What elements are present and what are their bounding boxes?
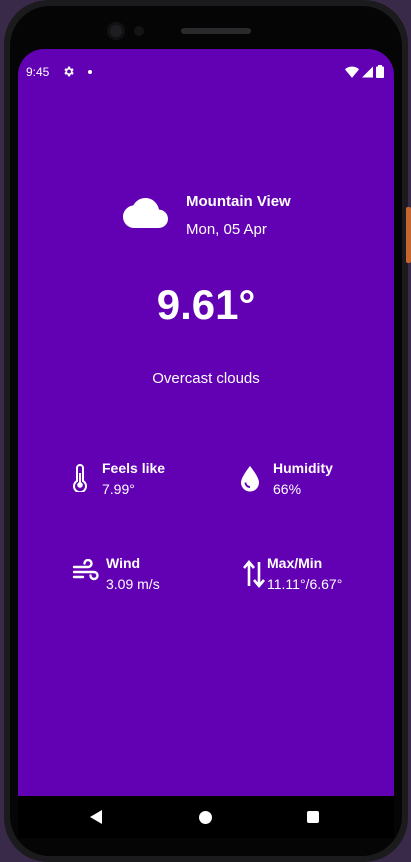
max-min-stat: Max/Min 11.11°/6.67° (243, 555, 383, 599)
proximity-sensor (134, 26, 144, 36)
status-time: 9:45 (26, 65, 50, 79)
system-nav-bar (18, 796, 394, 838)
weather-header: Mountain View Mon, 05 Apr (120, 193, 320, 243)
wifi-icon (345, 65, 359, 78)
wind-stat: Wind 3.09 m/s (72, 555, 202, 599)
water-drop-icon (241, 466, 259, 492)
humidity-value: 66% (273, 481, 302, 497)
weather-description: Overcast clouds (152, 370, 260, 387)
wind-label: Wind (106, 555, 141, 571)
wind-value: 3.09 m/s (106, 576, 160, 592)
notification-dot-icon (88, 70, 92, 74)
status-right-icons (345, 65, 384, 78)
feels-like-stat: Feels like 7.99° (72, 460, 202, 504)
home-icon[interactable] (199, 811, 212, 824)
recents-icon[interactable] (307, 811, 319, 823)
humidity-stat: Humidity 66% (240, 460, 370, 504)
gear-icon (64, 66, 74, 77)
current-temperature: 9.61° (156, 281, 256, 328)
cloud-icon (123, 198, 168, 228)
back-icon[interactable] (90, 810, 102, 824)
humidity-label: Humidity (273, 460, 333, 476)
status-bar: 9:45 (18, 49, 394, 97)
feels-like-label: Feels like (102, 460, 166, 476)
earpiece-speaker (181, 28, 251, 34)
max-min-value: 11.11°/6.67° (267, 576, 343, 592)
app-screen: 9:45 Mountain View Mon, 05 Apr 9.61° Ove… (18, 49, 394, 796)
power-button (406, 207, 411, 263)
front-camera (107, 22, 125, 40)
current-date: Mon, 05 Apr (186, 221, 267, 238)
battery-icon (376, 65, 384, 78)
swap-vertical-icon (243, 559, 265, 589)
wind-icon (72, 559, 99, 581)
signal-icon (362, 66, 373, 77)
max-min-label: Max/Min (267, 555, 323, 571)
thermometer-icon (73, 464, 87, 492)
feels-like-value: 7.99° (102, 481, 135, 497)
city-name: Mountain View (186, 193, 291, 210)
